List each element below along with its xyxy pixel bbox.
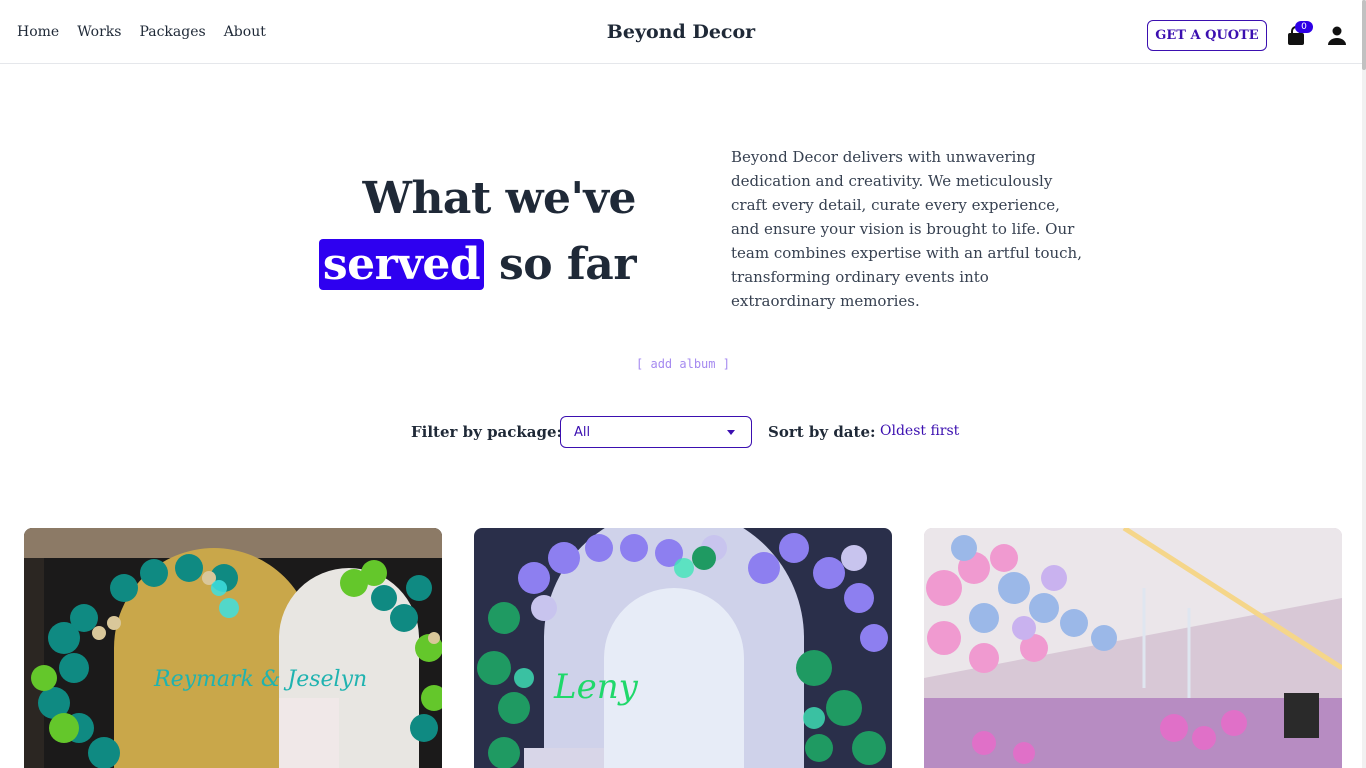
hero-title: What we've served so far <box>300 166 637 298</box>
hero-description: Beyond Decor delivers with unwavering de… <box>731 148 1082 310</box>
nav-works[interactable]: Works <box>77 24 121 40</box>
album-card[interactable]: Leny <box>474 528 892 768</box>
package-filter-value: All <box>574 424 591 440</box>
album-card[interactable] <box>924 528 1342 768</box>
page-scrollbar[interactable] <box>1362 0 1366 768</box>
hero-title-rest: so far <box>498 239 637 290</box>
scrollbar-thumb[interactable] <box>1362 0 1366 70</box>
album-photo-pastel-ceiling <box>924 528 1342 768</box>
sort-date-toggle[interactable]: Oldest first <box>880 423 959 439</box>
get-quote-button[interactable]: GET A QUOTE <box>1147 20 1267 51</box>
main-nav: Home Works Packages About <box>17 0 266 64</box>
photo-script-text: Reymark & Jeselyn <box>153 667 367 692</box>
album-photo-teal-gold: Reymark & Jeselyn <box>24 528 442 768</box>
album-card[interactable]: Reymark & Jeselyn <box>24 528 442 768</box>
hero-title-line1: What we've <box>362 173 637 224</box>
chevron-down-icon <box>727 430 735 435</box>
nav-home[interactable]: Home <box>17 24 59 40</box>
hero-title-highlight: served <box>318 239 485 290</box>
filter-package-label: Filter by package: <box>411 423 563 441</box>
album-photo-purple-green: Leny <box>474 528 892 768</box>
add-album-link[interactable]: [ add album ] <box>0 357 1366 371</box>
user-icon[interactable] <box>1328 26 1346 46</box>
photo-script-text: Leny <box>553 667 639 707</box>
nav-packages[interactable]: Packages <box>139 24 205 40</box>
cart-count-badge: 0 <box>1295 21 1313 33</box>
brand-logo[interactable]: Beyond Decor <box>607 21 755 43</box>
package-filter-select[interactable]: All <box>560 416 752 448</box>
sort-date-label: Sort by date: <box>768 423 876 441</box>
site-header: Home Works Packages About Beyond Decor G… <box>0 0 1362 64</box>
nav-about[interactable]: About <box>224 24 266 40</box>
